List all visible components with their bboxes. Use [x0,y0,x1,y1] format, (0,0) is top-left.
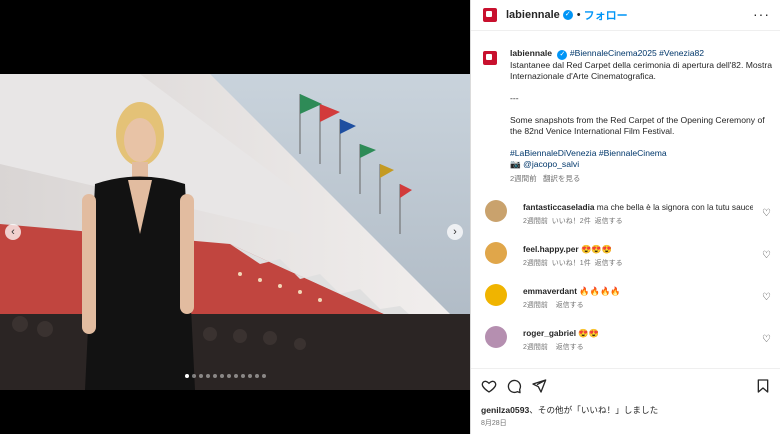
post-actions [471,368,780,403]
comment-likes[interactable]: いいね！2件 [552,218,591,225]
post-media: ‹ › [0,0,470,434]
photo-credit[interactable]: @jacopo_salvi [523,159,579,169]
carousel-dot [234,374,238,378]
carousel-dot [199,374,203,378]
carousel-dot [227,374,231,378]
likes-rest[interactable]: 、その他が「いいね！」しました [529,405,658,415]
carousel-dot [206,374,210,378]
comment-username[interactable]: fantasticcaseladia [523,202,594,212]
post-header: labiennale ✓ • フォロー ··· [471,0,780,31]
carousel-prev-button[interactable]: ‹ [5,224,21,240]
caption-english: Some snapshots from the Red Carpet of th… [510,115,765,136]
post-modal: ‹ › labiennale ✓ • フォロー ··· labiennale ✓… [0,0,780,434]
comment-meta: 2週間前 返信する [523,342,584,352]
caption-italian: Istantanee dal Red Carpet della cerimoni… [510,60,772,81]
likes-user[interactable]: genilza0593 [481,405,529,415]
caption-time: 2週間前 [510,174,537,183]
comment-like-heart-icon[interactable]: ♡ [762,250,771,261]
carousel-dot [262,374,266,378]
comment-body: 😍😍😍 [580,244,612,254]
share-icon[interactable] [531,378,547,394]
comment-reply-link[interactable]: 返信する [595,218,623,225]
account-avatar[interactable] [483,8,497,22]
comment-like-heart-icon[interactable]: ♡ [762,208,771,219]
carousel-next-button[interactable]: › [447,224,463,240]
verified-badge-icon: ✓ [562,10,573,20]
comment-reply-link[interactable]: 返信する [595,260,623,267]
caption-hashtags-bottom[interactable]: #LaBiennaleDiVenezia #BiennaleCinema [510,148,773,159]
comment-time: 2週間前 [523,344,548,351]
comment-avatar[interactable] [485,284,507,306]
comments-list: fantasticcaseladia ma che bella è la sig… [483,200,773,368]
header-separator: • [576,9,581,21]
comment-username[interactable]: roger_gabriel [523,328,576,338]
comment-text: roger_gabriel 😍😍 [523,328,753,339]
post-sidebar: labiennale ✓ • フォロー ··· labiennale ✓ #Bi… [470,0,780,434]
comment-text: emmaverdant 🔥🔥🔥🔥 [523,286,753,297]
comment-row: feel.happy.per 😍😍😍 2週間前 いいね！1件 返信する ♡ [483,242,773,284]
comment-body: ma che bella è la signora con la tutu sa… [596,202,753,212]
caption-divider: --- [510,93,519,103]
comment-icon[interactable] [506,378,522,394]
comment-like-heart-icon[interactable]: ♡ [762,292,771,303]
carousel-dot [241,374,245,378]
more-options-icon[interactable]: ··· [753,6,770,22]
comment-time: 2週間前 [523,218,548,225]
comment-username[interactable]: emmaverdant [523,286,577,296]
comment-time: 2週間前 [523,302,548,309]
carousel-dot [213,374,217,378]
comment-like-heart-icon[interactable]: ♡ [762,334,771,345]
comment-row: roger_gabriel 😍😍 2週間前 返信する ♡ [483,326,773,368]
comment-row: emmaverdant 🔥🔥🔥🔥 2週間前 返信する ♡ [483,284,773,326]
comment-time: 2週間前 [523,260,548,267]
carousel-dot [192,374,196,378]
carousel-dot [220,374,224,378]
likes-summary: genilza0593、その他が「いいね！」しました [481,404,658,416]
account-username[interactable]: labiennale [506,9,560,21]
comment-text: feel.happy.per 😍😍😍 [523,244,753,255]
comment-meta: 2週間前 返信する [523,300,584,310]
caption-hashtags-top[interactable]: #BiennaleCinema2025 #Venezia82 [570,48,704,58]
comment-username[interactable]: feel.happy.per [523,244,579,254]
caption-username[interactable]: labiennale [510,48,552,58]
comment-reply-link[interactable]: 返信する [556,302,584,309]
comment-body: 😍😍 [578,328,600,338]
caption-avatar[interactable] [483,51,497,65]
see-translation-link[interactable]: 翻訳を見る [543,174,581,183]
save-bookmark-icon[interactable] [755,378,771,394]
carousel-dots [185,374,266,378]
comment-likes[interactable]: いいね！1件 [552,260,591,267]
camera-icon: 📷 [510,159,521,169]
caption-verified-icon: ✓ [557,50,568,60]
comment-avatar[interactable] [485,242,507,264]
comment-reply-link[interactable]: 返信する [556,344,584,351]
comment-meta: 2週間前 いいね！1件 返信する [523,258,623,268]
post-caption: labiennale ✓ #BiennaleCinema2025 #Venezi… [483,48,773,184]
comment-body: 🔥🔥🔥🔥 [579,286,621,296]
red-carpet-photo [0,74,470,390]
comment-text: fantasticcaseladia ma che bella è la sig… [523,202,753,212]
like-heart-icon[interactable] [481,378,497,394]
follow-button[interactable]: フォロー [584,7,628,23]
photo-illustration [0,74,470,390]
comment-row: fantasticcaseladia ma che bella è la sig… [483,200,773,242]
post-date[interactable]: 8月28日 [481,418,507,428]
comment-meta: 2週間前 いいね！2件 返信する [523,216,623,226]
caption-meta: 2週間前 翻訳を見る [510,173,773,184]
carousel-dot [255,374,259,378]
comment-avatar[interactable] [485,200,507,222]
carousel-dot [185,374,189,378]
comment-avatar[interactable] [485,326,507,348]
carousel-dot [248,374,252,378]
